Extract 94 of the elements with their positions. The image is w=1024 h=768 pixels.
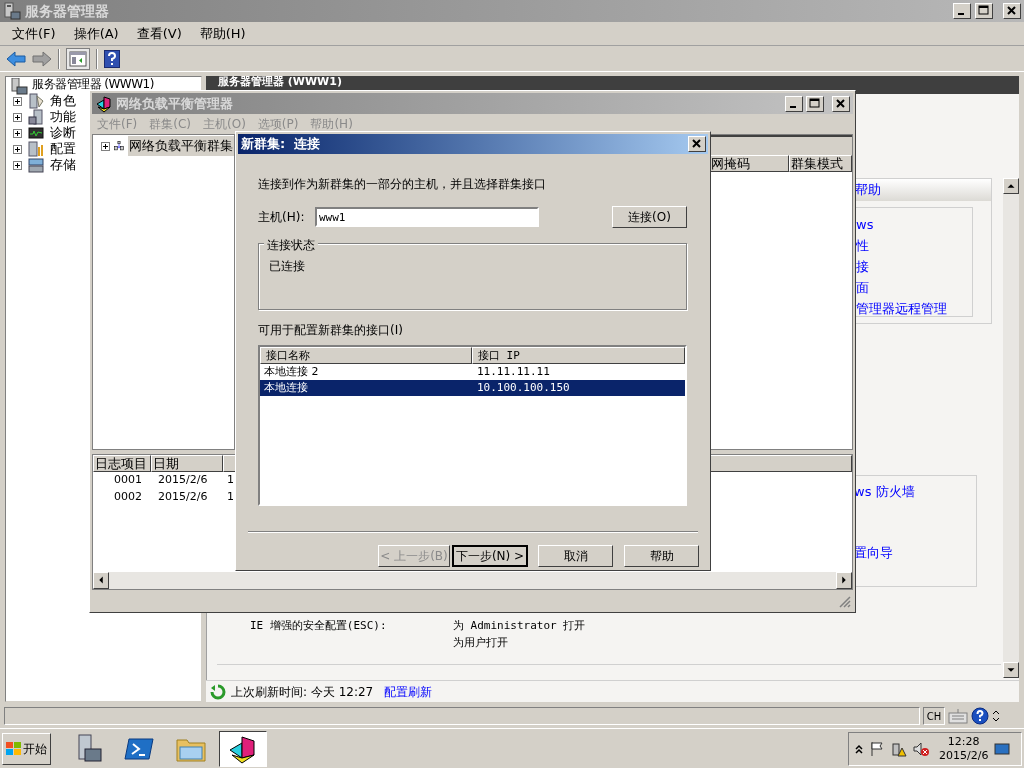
- nlb-icon: [95, 94, 113, 113]
- column-header[interactable]: 日志项目: [93, 455, 151, 472]
- language-indicator[interactable]: CH: [923, 707, 945, 725]
- menu-item: 帮助(H): [309, 116, 354, 133]
- network-warning-icon[interactable]: [891, 740, 907, 757]
- help-icon[interactable]: [971, 707, 989, 725]
- taskbar-button[interactable]: [219, 730, 267, 767]
- cluster-icon: [114, 138, 124, 154]
- link[interactable]: 性: [856, 236, 869, 253]
- server-icon: [3, 2, 21, 20]
- menu-item[interactable]: 操作(A): [67, 23, 125, 44]
- link[interactable]: 配置刷新: [384, 682, 433, 701]
- link[interactable]: 管理器远程管理: [856, 299, 947, 316]
- list-row[interactable]: 本地连接 10.100.100.150: [260, 380, 685, 396]
- close-button[interactable]: [1003, 3, 1021, 19]
- link[interactable]: 面: [856, 278, 869, 295]
- expand-icon[interactable]: [13, 128, 22, 138]
- speaker-muted-icon[interactable]: [913, 740, 929, 757]
- configuration-icon: [28, 141, 44, 157]
- start-button[interactable]: 开始: [2, 732, 51, 765]
- help-icon[interactable]: [104, 49, 120, 68]
- table-cell-text: 0002: [113, 489, 143, 506]
- maximize-button[interactable]: [806, 95, 824, 112]
- dialog-title: 新群集: 连接: [241, 135, 321, 154]
- content-title: 服务器管理器 (WWW1): [218, 76, 342, 88]
- tree-item[interactable]: 网络负载平衡群集: [128, 136, 234, 156]
- menu-item: 选项(P): [256, 116, 300, 133]
- storage-icon: [28, 157, 44, 173]
- column-header[interactable]: 接口名称: [260, 347, 472, 364]
- table-cell-text: 2015/2/6: [157, 489, 209, 506]
- close-button[interactable]: [688, 136, 706, 152]
- link[interactable]: 接: [856, 257, 869, 274]
- options-icon[interactable]: [992, 708, 1000, 724]
- expand-icon[interactable]: [13, 96, 22, 106]
- dialog-button[interactable]: 下一步(N) >: [452, 545, 528, 567]
- connect-button[interactable]: 连接(O): [612, 206, 687, 228]
- dialog-button[interactable]: 帮助: [624, 545, 699, 567]
- scroll-right-icon[interactable]: [836, 572, 852, 589]
- scrollbar[interactable]: [1003, 178, 1019, 678]
- menu-item[interactable]: 帮助(H): [193, 23, 252, 44]
- list-label: 可用于配置新群集的接口(I): [258, 322, 403, 339]
- window-title: 网络负载平衡管理器: [116, 94, 233, 113]
- features-icon: [28, 109, 44, 125]
- forward-arrow-icon[interactable]: [32, 50, 52, 67]
- field-label: 主机(H):: [258, 209, 306, 226]
- expand-icon[interactable]: [13, 160, 22, 170]
- table-cell-text: 1: [226, 472, 234, 489]
- menu-item: 主机(O): [202, 116, 247, 133]
- scroll-down-icon[interactable]: [1003, 662, 1019, 678]
- minimize-button[interactable]: [785, 95, 803, 112]
- group-title: 连接状态: [264, 236, 318, 254]
- horizontal-scrollbar[interactable]: [93, 572, 852, 589]
- setting-value: 为用户打开: [453, 634, 509, 651]
- flag-icon[interactable]: [869, 740, 885, 757]
- windows-logo-icon: [6, 741, 21, 756]
- diagnostics-icon: [28, 125, 44, 141]
- setting-value: 为 Administrator 打开: [453, 618, 586, 634]
- chevron-up-icon[interactable]: [855, 743, 863, 754]
- dialog-button[interactable]: 取消: [538, 545, 613, 567]
- tree-item[interactable]: 服务器管理器 (WWW1): [32, 78, 154, 91]
- menu-item[interactable]: 文件(F): [6, 23, 62, 44]
- menu-item: 文件(F): [96, 116, 139, 133]
- column-header[interactable]: 接口 IP: [472, 347, 685, 364]
- console-tree-icon[interactable]: [66, 47, 90, 70]
- window-title: 服务器管理器: [25, 1, 109, 21]
- expand-icon[interactable]: [13, 112, 22, 122]
- menu-item: 群集(C): [148, 116, 192, 133]
- host-input-field[interactable]: www1: [315, 207, 539, 227]
- server-icon: [10, 78, 28, 95]
- back-arrow-icon[interactable]: [6, 50, 26, 67]
- close-button[interactable]: [832, 95, 850, 112]
- column-header[interactable]: 群集模式: [789, 155, 852, 172]
- roles-icon: [28, 93, 44, 109]
- refresh-time: 上次刷新时间: 今天 12:27: [231, 683, 374, 701]
- resize-grip-icon[interactable]: [838, 595, 851, 608]
- table-cell-text: 1: [226, 489, 234, 506]
- column-header[interactable]: 日期: [151, 455, 223, 472]
- clock[interactable]: 12:28 2015/2/6: [939, 734, 989, 763]
- show-desktop-icon[interactable]: [994, 740, 1011, 757]
- expand-icon[interactable]: [101, 141, 110, 151]
- status-text: 已连接: [269, 259, 305, 273]
- scroll-left-icon[interactable]: [93, 572, 109, 589]
- table-cell-text: 0001: [113, 472, 143, 489]
- minimize-button[interactable]: [953, 3, 971, 19]
- instruction-text: 连接到作为新群集的一部分的主机，并且选择群集接口: [258, 176, 546, 193]
- scroll-up-icon[interactable]: [1003, 178, 1019, 194]
- section-title: 帮助: [855, 181, 881, 200]
- link[interactable]: ws: [856, 215, 874, 232]
- menu-item[interactable]: 查看(V): [130, 23, 188, 44]
- table-cell-text: 2015/2/6: [157, 472, 209, 489]
- expand-icon[interactable]: [13, 144, 22, 154]
- refresh-icon[interactable]: [210, 683, 226, 700]
- maximize-button[interactable]: [975, 3, 993, 19]
- setting-label: IE 增强的安全配置(ESC):: [250, 618, 388, 634]
